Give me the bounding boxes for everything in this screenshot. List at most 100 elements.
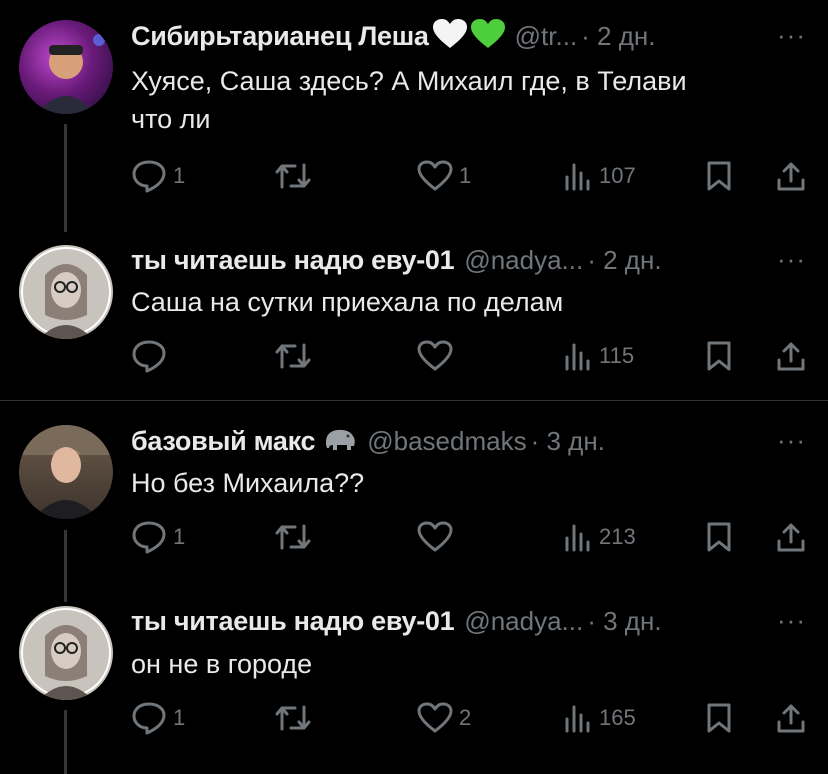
action-bar: 1 2 165 xyxy=(131,700,811,736)
retweet-button[interactable] xyxy=(274,700,318,736)
views-count: 107 xyxy=(599,163,636,188)
tweet-text: он не в городе xyxy=(131,645,801,683)
thread-line xyxy=(64,530,67,602)
more-options-icon[interactable]: ··· xyxy=(777,425,806,456)
avatar[interactable] xyxy=(19,245,113,339)
timestamp[interactable]: · 2 дн. xyxy=(581,21,655,52)
views-button[interactable]: 213 xyxy=(563,519,636,555)
tweet-header: базовый макс @basedmaks · 3 дн. xyxy=(131,423,605,459)
more-options-icon[interactable]: ··· xyxy=(777,244,806,275)
views-count: 213 xyxy=(599,524,636,549)
action-bar: 115 xyxy=(131,338,811,374)
tweet-text-line: Но без Михаила?? xyxy=(131,468,365,498)
action-bar: 1 1 107 xyxy=(131,158,811,194)
more-options-icon[interactable]: ··· xyxy=(777,605,806,636)
timestamp[interactable]: · 2 дн. xyxy=(587,245,661,276)
heart-icon xyxy=(417,340,453,371)
avatar[interactable] xyxy=(19,425,113,519)
bookmark-button[interactable] xyxy=(705,158,733,194)
share-icon xyxy=(777,162,805,191)
retweet-button[interactable] xyxy=(274,158,318,194)
share-icon xyxy=(777,704,805,733)
tweet-text: Но без Михаила?? xyxy=(131,464,801,502)
avatar[interactable] xyxy=(19,606,113,700)
reply-icon xyxy=(132,702,166,735)
bookmark-button[interactable] xyxy=(705,338,733,374)
green-heart-icon xyxy=(470,18,505,54)
retweet-button[interactable] xyxy=(274,338,318,374)
bookmark-icon xyxy=(707,703,731,733)
bookmark-button[interactable] xyxy=(705,700,733,736)
share-button[interactable] xyxy=(775,158,807,194)
display-name[interactable]: базовый макс xyxy=(131,426,316,457)
share-button[interactable] xyxy=(775,700,807,736)
retweet-icon xyxy=(275,705,311,731)
avatar[interactable] xyxy=(19,20,113,114)
display-name[interactable]: Сибирьтарианец Леша xyxy=(131,21,429,52)
user-handle[interactable]: @tr... xyxy=(515,21,578,52)
timestamp[interactable]: · 3 дн. xyxy=(587,606,661,637)
tweet-header: Сибирьтарианец Леша @tr... · 2 дн. xyxy=(131,18,656,54)
reply-count: 1 xyxy=(173,163,186,188)
bookmark-icon xyxy=(707,161,731,191)
like-button[interactable]: 1 xyxy=(417,158,471,194)
tweet-text: Хуясе, Саша здесь? А Михаил где, в Телав… xyxy=(131,62,801,138)
share-button[interactable] xyxy=(775,338,807,374)
like-count: 2 xyxy=(459,705,472,730)
heart-icon xyxy=(417,521,453,552)
views-count: 165 xyxy=(599,705,636,730)
retweet-icon xyxy=(275,524,311,550)
white-heart-icon xyxy=(432,18,467,54)
reply-button[interactable]: 1 xyxy=(131,700,185,736)
retweet-button[interactable] xyxy=(274,519,318,555)
views-icon xyxy=(565,705,590,733)
views-button[interactable]: 107 xyxy=(563,158,636,194)
reply-button[interactable]: 1 xyxy=(131,158,185,194)
action-bar: 1 213 xyxy=(131,519,811,555)
views-button[interactable]: 165 xyxy=(563,700,636,736)
heart-icon xyxy=(417,160,453,191)
views-button[interactable]: 115 xyxy=(563,338,634,374)
tweet-text-line: Саша на сутки приехала по делам xyxy=(131,287,564,317)
reply-button[interactable] xyxy=(131,338,173,374)
retweet-icon xyxy=(275,343,311,369)
divider xyxy=(0,400,828,401)
like-count: 1 xyxy=(459,163,472,188)
bookmark-button[interactable] xyxy=(705,519,733,555)
reply-icon xyxy=(132,521,166,554)
views-icon xyxy=(565,163,590,191)
reply-count: 1 xyxy=(173,705,186,730)
tweet-header: ты читаешь надю еву-01 @nadya... · 3 дн. xyxy=(131,603,662,639)
reply-icon xyxy=(132,160,166,193)
share-button[interactable] xyxy=(775,519,807,555)
elephant-icon xyxy=(323,426,357,457)
display-name[interactable]: ты читаешь надю еву-01 xyxy=(131,245,455,276)
tweet-header: ты читаешь надю еву-01 @nadya... · 2 дн. xyxy=(131,242,662,278)
reply-icon xyxy=(132,340,166,373)
views-icon xyxy=(565,343,590,371)
tweet-text: Саша на сутки приехала по делам xyxy=(131,283,801,321)
share-icon xyxy=(777,342,805,371)
thread-line xyxy=(64,710,67,774)
like-button[interactable] xyxy=(417,519,459,555)
like-button[interactable] xyxy=(417,338,459,374)
tweet-text-line: Хуясе, Саша здесь? А Михаил где, в Телав… xyxy=(131,66,687,96)
retweet-icon xyxy=(275,163,311,189)
tweet-text-line: он не в городе xyxy=(131,649,313,679)
reply-count: 1 xyxy=(173,524,186,549)
share-icon xyxy=(777,523,805,552)
views-icon xyxy=(565,524,590,552)
user-handle[interactable]: @basedmaks xyxy=(367,426,526,457)
user-handle[interactable]: @nadya... xyxy=(464,606,583,637)
thread-line xyxy=(64,124,67,232)
tweet-text-line: что ли xyxy=(131,104,211,134)
more-options-icon[interactable]: ··· xyxy=(777,20,806,51)
views-count: 115 xyxy=(599,343,635,368)
reply-button[interactable]: 1 xyxy=(131,519,185,555)
display-name[interactable]: ты читаешь надю еву-01 xyxy=(131,606,455,637)
bookmark-icon xyxy=(707,341,731,371)
timestamp[interactable]: · 3 дн. xyxy=(531,426,605,457)
heart-icon xyxy=(417,702,453,733)
user-handle[interactable]: @nadya... xyxy=(464,245,583,276)
like-button[interactable]: 2 xyxy=(417,700,471,736)
